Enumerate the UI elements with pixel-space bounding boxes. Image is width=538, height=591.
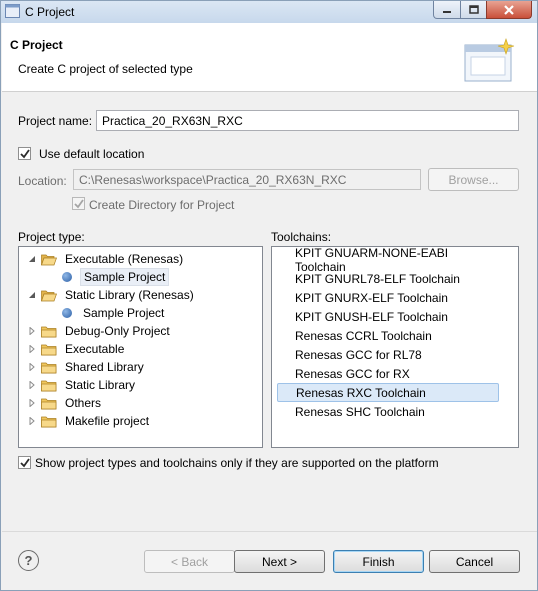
tree-item-label: Executable [65,342,125,356]
collapsed-triangle-icon[interactable] [27,362,37,372]
tree-item[interactable]: Static Library (Renesas) [27,286,197,304]
folder-icon [41,397,57,410]
checkmark-icon [20,149,30,159]
folder-icon [41,379,57,392]
toolchain-item-label: KPIT GNUSH-ELF Toolchain [295,309,448,324]
sample-project-icon [62,272,72,282]
toolchain-item[interactable]: KPIT GNUARM-NONE-EABI Toolchain [277,247,499,274]
footer-separator [2,531,537,532]
back-button[interactable]: < Back [144,550,235,573]
tree-item-label: Executable (Renesas) [65,252,184,266]
next-button[interactable]: Next > [234,550,325,573]
folder-icon [41,325,57,338]
finish-button[interactable]: Finish [333,550,424,573]
folder-icon [41,289,57,302]
c-project-dialog: C Project C Project Create C project of … [0,0,538,591]
location-label: Location: [18,174,67,188]
toolchain-item-label: KPIT GNURL78-ELF Toolchain [295,271,460,286]
toolchain-item[interactable]: Renesas RXC Toolchain [277,383,499,402]
sample-project-icon [62,308,72,318]
collapsed-triangle-icon[interactable] [27,380,37,390]
checkmark-icon [74,199,84,209]
wizard-header: C Project Create C project of selected t… [2,23,537,92]
minimize-icon [443,10,451,13]
browse-button[interactable]: Browse... [428,168,519,191]
minimize-button[interactable] [433,1,461,19]
collapsed-triangle-icon[interactable] [27,326,37,336]
tree-item-label: Makefile project [65,414,150,428]
toolchain-item-label: Renesas SHC Toolchain [295,404,425,419]
close-icon [504,4,514,15]
expanded-triangle-icon[interactable] [27,290,37,300]
toolchain-item[interactable]: Renesas CCRL Toolchain [277,326,499,345]
close-button[interactable] [486,1,532,19]
help-button[interactable]: ? [18,550,39,571]
toolchain-item-label: Renesas GCC for RX [295,366,410,381]
tree-item[interactable]: Debug-Only Project [27,322,173,340]
tree-item[interactable]: Makefile project [27,412,152,430]
toolchain-item-label: Renesas CCRL Toolchain [295,328,432,343]
tree-item[interactable]: Executable (Renesas) [27,250,186,268]
folder-icon [41,253,57,266]
toolchain-item[interactable]: Renesas GCC for RX [277,364,499,383]
folder-icon [41,343,57,356]
tree-item[interactable]: Sample Project [59,268,170,286]
location-input[interactable] [73,169,421,190]
toolchain-item[interactable]: KPIT GNURL78-ELF Toolchain [277,269,499,288]
c-project-icon [5,4,20,18]
collapsed-triangle-icon[interactable] [27,344,37,354]
toolchain-item[interactable]: Renesas SHC Toolchain [277,402,499,421]
project-type-tree[interactable]: Executable (Renesas) Sample Project Static… [18,246,263,448]
tree-item-label: Debug-Only Project [65,324,170,338]
show-supported-label: Show project types and toolchains only i… [35,456,439,470]
new-project-wizard-icon [464,38,515,82]
page-title: C Project [10,38,63,52]
use-default-location-label: Use default location [39,147,145,161]
tree-item-label: Sample Project [80,268,170,286]
tree-item[interactable]: Others [27,394,104,412]
maximize-button[interactable] [460,1,487,19]
project-type-label: Project type: [18,230,85,244]
tree-item[interactable]: Shared Library [27,358,147,376]
collapsed-triangle-icon[interactable] [27,416,37,426]
tree-item-label: Others [65,396,102,410]
use-default-location-checkbox[interactable] [18,147,31,160]
project-name-input[interactable] [96,110,519,131]
show-supported-checkbox[interactable] [18,456,31,469]
toolchain-item[interactable]: KPIT GNURX-ELF Toolchain [277,288,499,307]
create-directory-label: Create Directory for Project [89,198,235,212]
maximize-icon [468,5,479,14]
window-title: C Project [25,5,75,19]
checkmark-icon [20,458,30,468]
toolchain-item[interactable]: Renesas GCC for RL78 [277,345,499,364]
tree-item-label: Static Library [65,378,136,392]
expanded-triangle-icon[interactable] [27,254,37,264]
tree-item-label: Sample Project [83,306,165,320]
tree-item-label: Shared Library [65,360,144,374]
toolchains-list[interactable]: KPIT GNUARM-NONE-EABI Toolchain KPIT GNUR… [271,246,519,448]
title-bar[interactable]: C Project [1,1,537,23]
tree-item[interactable]: Sample Project [59,304,167,322]
tree-item[interactable]: Executable [27,340,127,358]
toolchain-item-label: KPIT GNURX-ELF Toolchain [295,290,448,305]
folder-icon [41,361,57,374]
project-name-label: Project name: [18,114,93,128]
page-description: Create C project of selected type [18,62,193,76]
toolchain-item-label: Renesas RXC Toolchain [296,385,426,400]
toolchain-item-label: Renesas GCC for RL78 [295,347,422,362]
collapsed-triangle-icon[interactable] [27,398,37,408]
create-directory-checkbox[interactable] [72,197,85,210]
cancel-button[interactable]: Cancel [429,550,520,573]
toolchain-item[interactable]: KPIT GNUSH-ELF Toolchain [277,307,499,326]
folder-icon [41,415,57,428]
toolchains-label: Toolchains: [271,230,332,244]
tree-item[interactable]: Static Library [27,376,138,394]
tree-item-label: Static Library (Renesas) [65,288,194,302]
